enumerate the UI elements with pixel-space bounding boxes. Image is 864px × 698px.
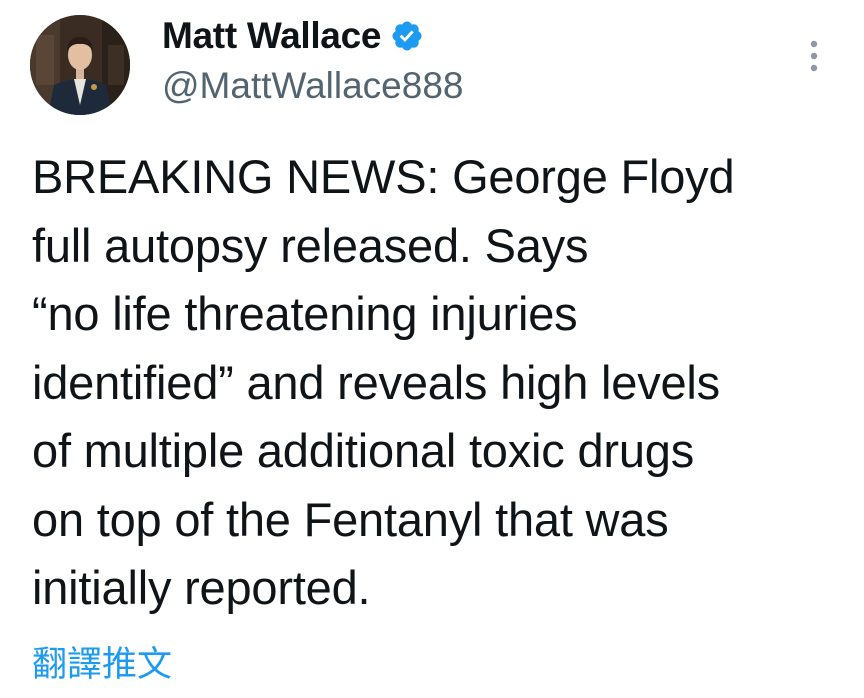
- display-name[interactable]: Matt Wallace: [162, 15, 381, 57]
- tweet-card: Matt Wallace @MattWallace888 BREAKING NE…: [0, 0, 864, 698]
- translate-tweet-link[interactable]: 翻譯推文: [32, 636, 172, 687]
- tweet-text-line: full autopsy released. Says: [32, 218, 589, 272]
- verified-badge-icon: [390, 19, 424, 53]
- author-handle[interactable]: @MattWallace888: [162, 65, 463, 107]
- more-options-icon[interactable]: [804, 36, 824, 76]
- tweet-text-line: initially reported.: [32, 561, 371, 614]
- avatar[interactable]: [30, 15, 130, 115]
- avatar-image: [30, 15, 130, 115]
- tweet-text-line: of multiple additional toxic drugs: [32, 424, 695, 477]
- tweet-text-line: “no life threatening injuries: [32, 287, 578, 340]
- tweet-text: BREAKING NEWS: George Floyd full autopsy…: [32, 143, 842, 623]
- tweet-text-line: on top of the Fentanyl that was: [32, 492, 669, 546]
- tweet-text-line: BREAKING NEWS: George Floyd: [32, 150, 735, 203]
- tweet-text-line: identified” and reveals high levels: [32, 355, 720, 409]
- display-name-row: Matt Wallace: [162, 14, 424, 58]
